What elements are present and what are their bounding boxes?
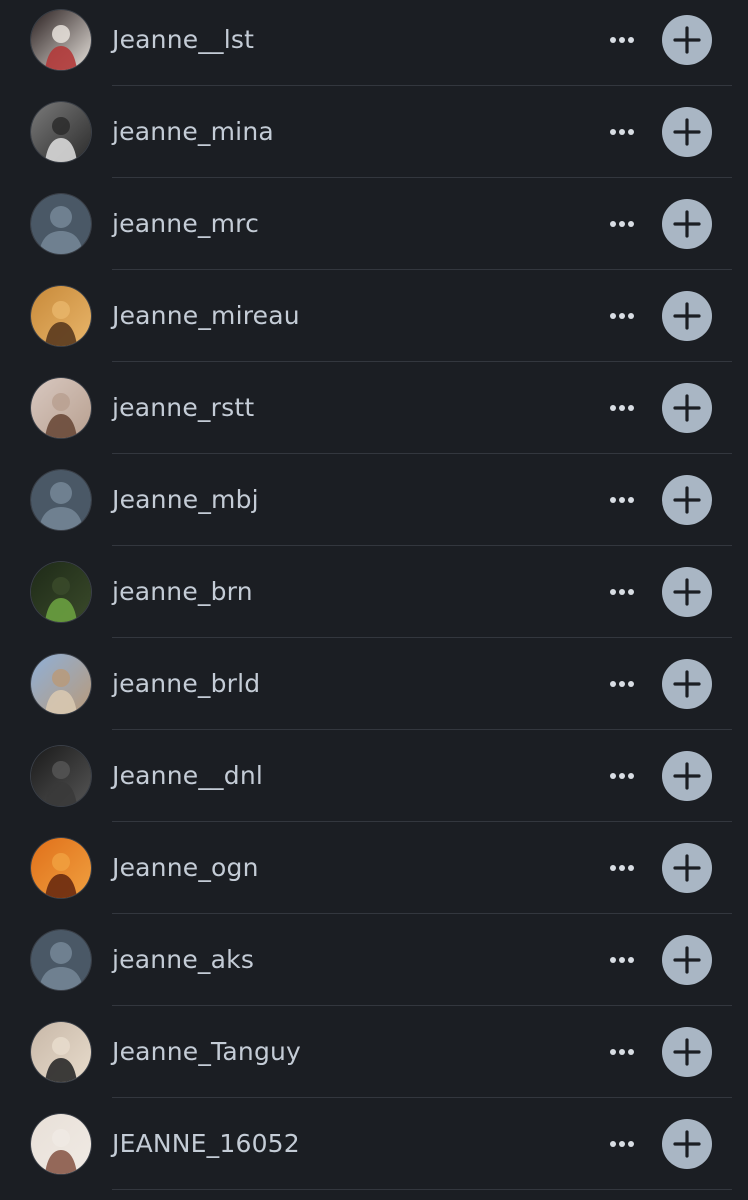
plus-icon — [673, 762, 701, 790]
username[interactable]: jeanne_rstt — [112, 392, 254, 424]
username[interactable]: Jeanne_mireau — [112, 300, 300, 332]
avatar[interactable] — [31, 378, 91, 438]
more-horizontal-icon — [610, 1141, 634, 1147]
add-user-button[interactable] — [662, 383, 712, 433]
more-options-button[interactable] — [598, 946, 646, 974]
avatar[interactable] — [31, 838, 91, 898]
row-divider — [112, 1189, 732, 1190]
default-avatar-icon[interactable] — [31, 470, 91, 530]
username[interactable]: jeanne_aks — [112, 944, 254, 976]
username[interactable]: jeanne_brn — [112, 576, 253, 608]
add-user-button[interactable] — [662, 1119, 712, 1169]
user-row[interactable]: Jeanne_mbj — [0, 454, 748, 546]
avatar[interactable] — [31, 10, 91, 70]
user-list: Jeanne__lst jeanne_mina jeanne_mrc Jeanne_m… — [0, 0, 748, 1190]
user-row[interactable]: Jeanne__lst — [0, 0, 748, 86]
more-options-button[interactable] — [598, 210, 646, 238]
username[interactable]: jeanne_brld — [112, 668, 260, 700]
default-avatar-icon[interactable] — [31, 930, 91, 990]
more-options-button[interactable] — [598, 118, 646, 146]
add-user-button[interactable] — [662, 199, 712, 249]
user-row[interactable]: Jeanne__dnl — [0, 730, 748, 822]
user-row[interactable]: jeanne_brn — [0, 546, 748, 638]
more-horizontal-icon — [610, 589, 634, 595]
more-horizontal-icon — [610, 37, 634, 43]
more-horizontal-icon — [610, 497, 634, 503]
more-options-button[interactable] — [598, 1130, 646, 1158]
username[interactable]: jeanne_mina — [112, 116, 274, 148]
plus-icon — [673, 670, 701, 698]
user-row[interactable]: Jeanne_Tanguy — [0, 1006, 748, 1098]
plus-icon — [673, 394, 701, 422]
user-row[interactable]: Jeanne_mireau — [0, 270, 748, 362]
username[interactable]: Jeanne__lst — [112, 24, 254, 56]
more-horizontal-icon — [610, 1049, 634, 1055]
plus-icon — [673, 946, 701, 974]
username[interactable]: Jeanne_Tanguy — [112, 1036, 301, 1068]
more-options-button[interactable] — [598, 486, 646, 514]
add-user-button[interactable] — [662, 935, 712, 985]
username[interactable]: JEANNE_16052 — [112, 1128, 300, 1160]
plus-icon — [673, 486, 701, 514]
plus-icon — [673, 578, 701, 606]
user-row[interactable]: jeanne_aks — [0, 914, 748, 1006]
add-user-button[interactable] — [662, 843, 712, 893]
plus-icon — [673, 1130, 701, 1158]
more-options-button[interactable] — [598, 854, 646, 882]
avatar[interactable] — [31, 746, 91, 806]
add-user-button[interactable] — [662, 659, 712, 709]
avatar[interactable] — [31, 1022, 91, 1082]
plus-icon — [673, 118, 701, 146]
user-row[interactable]: JEANNE_16052 — [0, 1098, 748, 1190]
add-user-button[interactable] — [662, 567, 712, 617]
user-row[interactable]: jeanne_mina — [0, 86, 748, 178]
more-options-button[interactable] — [598, 762, 646, 790]
username[interactable]: jeanne_mrc — [112, 208, 259, 240]
user-row[interactable]: jeanne_mrc — [0, 178, 748, 270]
username[interactable]: Jeanne_mbj — [112, 484, 259, 516]
plus-icon — [673, 302, 701, 330]
username[interactable]: Jeanne__dnl — [112, 760, 263, 792]
avatar[interactable] — [31, 562, 91, 622]
more-horizontal-icon — [610, 221, 634, 227]
more-horizontal-icon — [610, 129, 634, 135]
default-avatar-icon[interactable] — [31, 194, 91, 254]
more-horizontal-icon — [610, 957, 634, 963]
plus-icon — [673, 854, 701, 882]
more-options-button[interactable] — [598, 578, 646, 606]
username[interactable]: Jeanne_ogn — [112, 852, 259, 884]
more-horizontal-icon — [610, 405, 634, 411]
user-row[interactable]: jeanne_rstt — [0, 362, 748, 454]
more-options-button[interactable] — [598, 394, 646, 422]
add-user-button[interactable] — [662, 15, 712, 65]
plus-icon — [673, 26, 701, 54]
more-horizontal-icon — [610, 865, 634, 871]
plus-icon — [673, 1038, 701, 1066]
add-user-button[interactable] — [662, 107, 712, 157]
more-options-button[interactable] — [598, 670, 646, 698]
avatar[interactable] — [31, 1114, 91, 1174]
more-options-button[interactable] — [598, 1038, 646, 1066]
add-user-button[interactable] — [662, 751, 712, 801]
user-row[interactable]: Jeanne_ogn — [0, 822, 748, 914]
add-user-button[interactable] — [662, 291, 712, 341]
avatar[interactable] — [31, 654, 91, 714]
user-row[interactable]: jeanne_brld — [0, 638, 748, 730]
avatar[interactable] — [31, 102, 91, 162]
more-options-button[interactable] — [598, 302, 646, 330]
add-user-button[interactable] — [662, 1027, 712, 1077]
plus-icon — [673, 210, 701, 238]
more-horizontal-icon — [610, 681, 634, 687]
more-horizontal-icon — [610, 773, 634, 779]
avatar[interactable] — [31, 286, 91, 346]
more-options-button[interactable] — [598, 26, 646, 54]
more-horizontal-icon — [610, 313, 634, 319]
add-user-button[interactable] — [662, 475, 712, 525]
